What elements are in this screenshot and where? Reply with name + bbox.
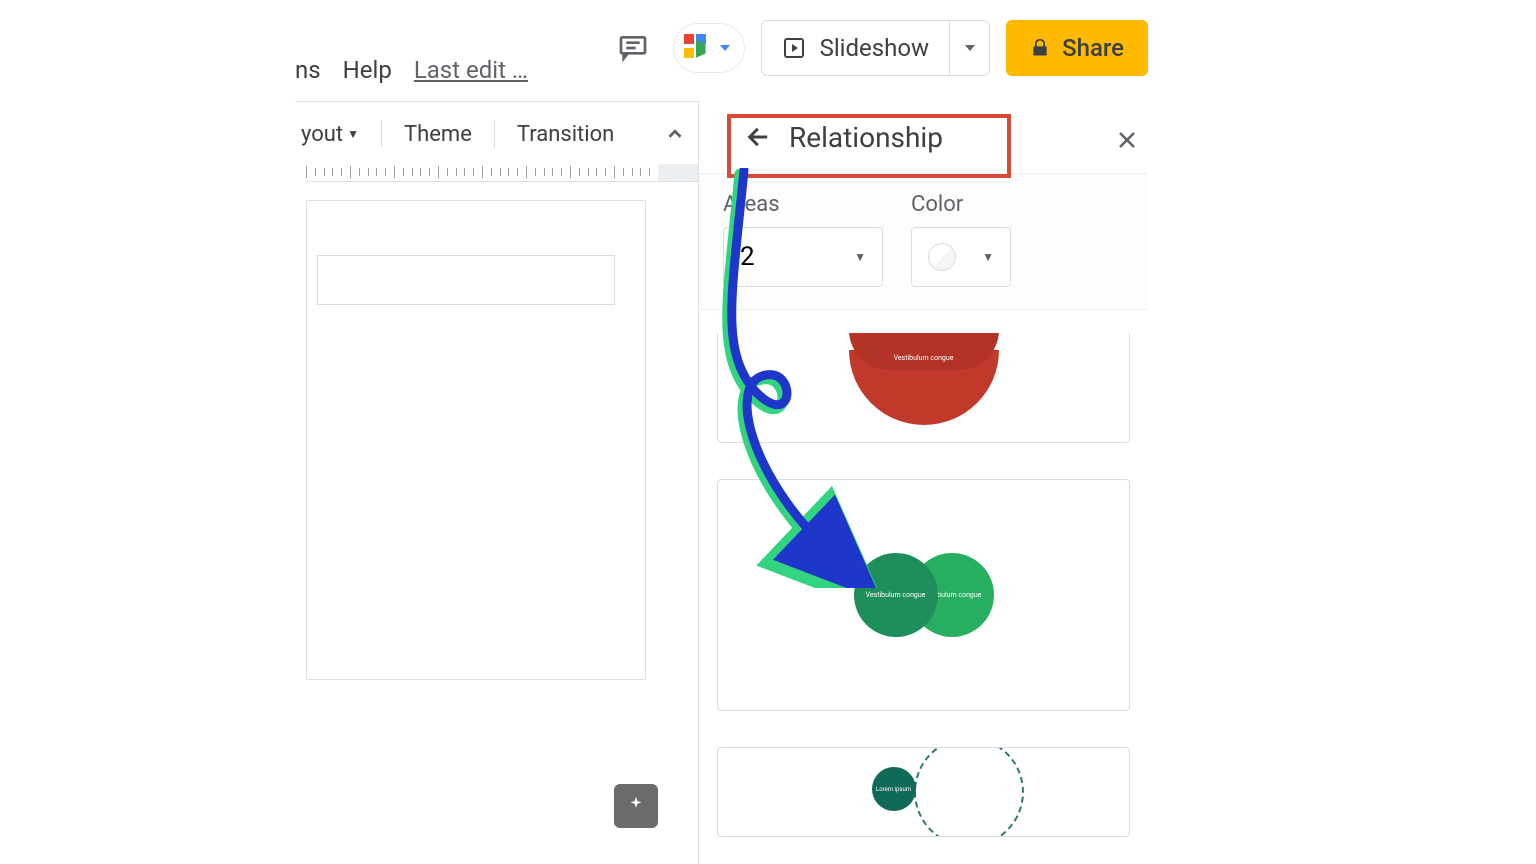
close-button[interactable] <box>1110 123 1144 157</box>
chevron-down-icon <box>720 45 730 51</box>
menu-item-partial[interactable]: ns <box>295 56 321 84</box>
areas-label: Areas <box>723 192 883 217</box>
last-edit-link[interactable]: Last edit … <box>414 56 528 84</box>
chevron-down-icon: ▼ <box>854 250 866 264</box>
divider <box>381 120 382 148</box>
template-preview: Vestibulum congue Vestibulum congue <box>854 550 994 640</box>
share-button[interactable]: Share <box>1006 20 1148 76</box>
back-button[interactable] <box>741 119 777 155</box>
divider <box>494 120 495 148</box>
areas-dropdown[interactable]: 2 ▼ <box>723 227 883 287</box>
lock-icon <box>1030 37 1050 59</box>
diagram-template-1[interactable]: Vestibulum congue <box>717 333 1130 443</box>
panel-header: Relationship <box>699 101 1148 173</box>
share-label: Share <box>1062 34 1124 62</box>
slideshow-button[interactable]: Slideshow <box>761 20 991 76</box>
meet-button[interactable] <box>673 23 745 73</box>
transition-button[interactable]: Transition <box>511 118 620 151</box>
top-actions: Slideshow Share <box>609 20 1148 76</box>
comments-icon[interactable] <box>609 24 657 72</box>
menu-item-help[interactable]: Help <box>343 56 392 84</box>
diagram-template-3[interactable]: Lorem ipsum <box>717 747 1130 837</box>
template-text: Vestibulum congue <box>866 591 926 599</box>
chevron-up-icon <box>664 123 686 145</box>
template-list: Vestibulum congue Vestibulum congue Vest… <box>717 333 1130 864</box>
chevron-down-icon <box>965 45 975 51</box>
collapse-toolbar-button[interactable] <box>658 119 692 149</box>
explore-button[interactable] <box>614 784 658 828</box>
color-label: Color <box>911 192 1011 217</box>
areas-control: Areas 2 ▼ <box>723 192 883 287</box>
chevron-down-icon: ▼ <box>982 250 994 264</box>
arrow-left-icon <box>745 123 773 151</box>
color-control: Color ▼ <box>911 192 1011 287</box>
meet-logo-icon <box>684 34 714 62</box>
panel-title: Relationship <box>789 121 943 154</box>
menu-bar: ns Help Last edit … <box>295 56 528 84</box>
template-text: Vestibulum congue <box>894 354 954 362</box>
slide-canvas[interactable] <box>306 200 646 680</box>
layout-label: yout <box>301 122 343 147</box>
diagram-template-2[interactable]: Vestibulum congue Vestibulum congue <box>717 479 1130 711</box>
horizontal-ruler[interactable] <box>306 164 698 182</box>
areas-value: 2 <box>740 242 755 272</box>
color-swatch <box>928 243 956 271</box>
sparkle-icon <box>625 795 647 817</box>
template-text: Lorem ipsum <box>876 786 911 793</box>
slide-placeholder[interactable] <box>317 255 615 305</box>
template-preview: Vestibulum congue <box>849 350 999 425</box>
slideshow-label: Slideshow <box>820 34 930 62</box>
template-preview: Lorem ipsum <box>824 757 1024 827</box>
play-slideshow-icon <box>782 36 806 60</box>
layout-dropdown[interactable]: yout ▼ <box>295 118 365 151</box>
close-icon <box>1115 128 1139 152</box>
slideshow-dropdown[interactable] <box>949 21 989 75</box>
theme-button[interactable]: Theme <box>398 118 478 151</box>
diagram-side-panel: Relationship Areas 2 ▼ Color ▼ Vestibulu… <box>698 101 1148 864</box>
toolbar: yout ▼ Theme Transition <box>295 114 698 154</box>
panel-controls: Areas 2 ▼ Color ▼ <box>699 173 1148 310</box>
color-dropdown[interactable]: ▼ <box>911 227 1011 287</box>
